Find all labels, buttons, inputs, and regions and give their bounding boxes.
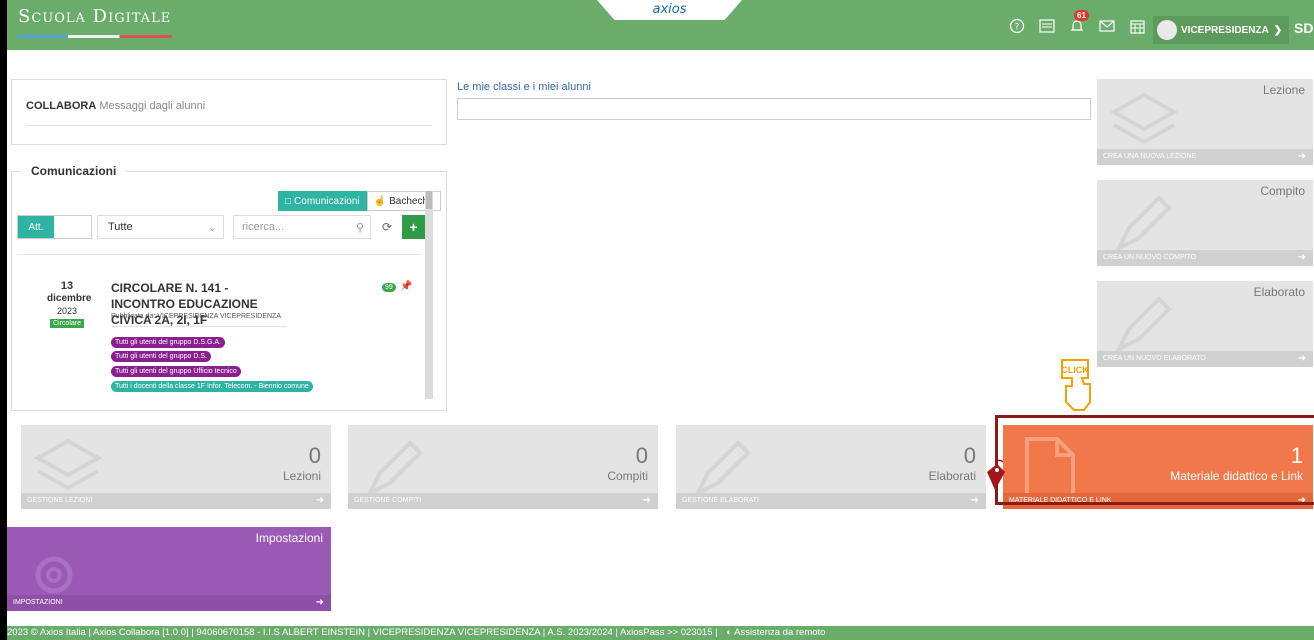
- tile-action: GESTIONE COMPITI ➜: [348, 493, 658, 509]
- click-label: CLICK: [1061, 365, 1089, 375]
- tile-action: GESTIONE LEZIONI ➜: [21, 493, 331, 509]
- item-publisher: Pubblicata da: VICEPRESIDENZA VICEPRESID…: [111, 313, 282, 320]
- notification-badge: 61: [1074, 10, 1089, 21]
- filter-select[interactable]: Tutte ⌄: [97, 215, 224, 239]
- pencil-icon: [1114, 296, 1172, 354]
- footer: 2023 © Axios Italia | Axios Collabora [1…: [7, 626, 1314, 640]
- classes-field[interactable]: [457, 98, 1091, 120]
- collabora-heading[interactable]: COLLABORA Messaggi dagli alunni: [26, 100, 205, 112]
- avatar: [1157, 20, 1177, 40]
- type-badge: Circolare: [49, 319, 84, 328]
- scroll-thumb[interactable]: [426, 191, 432, 209]
- pin-icon[interactable]: 📌: [400, 281, 412, 292]
- tile-assignments[interactable]: 0 Elaborati GESTIONE ELABORATI ➜: [676, 425, 986, 509]
- user-name: VICEPRESIDENZA: [1181, 24, 1269, 36]
- filter-value: Tutte: [108, 221, 133, 233]
- remote-assist-link[interactable]: Assistenza da remoto: [734, 627, 825, 638]
- arrow-right-icon: ➜: [1297, 252, 1306, 263]
- recipient-tag: Tutti gli utenti del gruppo Ufficio tecn…: [111, 366, 241, 377]
- tile-label: Lezioni: [282, 469, 321, 483]
- chevron-down-icon: ⌄: [207, 221, 217, 234]
- arrow-right-icon: ➜: [642, 495, 651, 506]
- tile-title: Compito: [1260, 184, 1305, 198]
- tile-new-lesson[interactable]: Lezione CREA UNA NUOVA LEZIONE ➜: [1097, 79, 1313, 165]
- footer-text: 2023 © Axios Italia | Axios Collabora [1…: [7, 627, 718, 638]
- tile-action: IMPOSTAZIONI ➜: [7, 595, 331, 611]
- scrollbar[interactable]: [425, 191, 433, 399]
- arrow-right-icon: ➜: [315, 597, 324, 608]
- tile-count: 0: [635, 443, 648, 468]
- register-icon[interactable]: [1037, 16, 1057, 36]
- tile-label: Compiti: [607, 469, 648, 483]
- calendar-icon[interactable]: [1127, 16, 1147, 36]
- recipient-tag: Tutti gli utenti del gruppo D.S.: [111, 351, 211, 362]
- attivi-toggle[interactable]: Att.: [17, 215, 92, 239]
- item-date: 13 dicembre 2023 Circolare: [47, 280, 92, 328]
- tile-action: CREA UN NUOVO ELABORATO ➜: [1097, 351, 1313, 367]
- tile-action: CREA UN NUOVO COMPITO ➜: [1097, 250, 1313, 266]
- tile-new-task[interactable]: Compito CREA UN NUOVO COMPITO ➜: [1097, 180, 1313, 266]
- collabora-panel: COLLABORA Messaggi dagli alunni: [11, 79, 447, 145]
- app-initials[interactable]: SD: [1294, 20, 1313, 36]
- user-menu[interactable]: VICEPRESIDENZA ❯: [1153, 16, 1289, 44]
- tile-title: Elaborato: [1253, 285, 1305, 299]
- svg-text:?: ?: [1015, 23, 1020, 33]
- search-placeholder: ricerca...: [242, 221, 285, 233]
- views-badge: 99: [382, 283, 396, 292]
- tile-title: Impostazioni: [255, 531, 323, 545]
- tile-action: GESTIONE ELABORATI ➜: [676, 493, 986, 509]
- hand-pointer-icon: CLICK: [1061, 359, 1091, 411]
- search-input[interactable]: ricerca... ⚲: [233, 215, 371, 239]
- pencil-icon: [1114, 195, 1172, 253]
- axios-logo-tab[interactable]: axios: [597, 0, 742, 20]
- att-label: Att.: [18, 216, 54, 238]
- divider: [111, 326, 287, 327]
- classes-label: Le mie classi e i miei alunni: [457, 81, 591, 93]
- communications-title: Comunicazioni: [20, 164, 127, 178]
- brand-underline: [17, 35, 172, 38]
- comment-icon: □: [285, 195, 292, 207]
- remote-assist-icon[interactable]: ◐: [726, 627, 732, 638]
- recipient-tag: Tutti i docenti della classe 1F Infor. T…: [111, 381, 313, 392]
- tile-action: CREA UNA NUOVA LEZIONE ➜: [1097, 149, 1313, 165]
- recipient-tag: Tutti gli utenti del gruppo D.S.G.A.: [111, 337, 225, 348]
- mail-icon[interactable]: [1097, 16, 1117, 36]
- thumbs-up-icon: ☝: [373, 195, 387, 207]
- top-bar: Scuola Digitale axios ? 61 VICEPRESIDENZ…: [7, 0, 1314, 50]
- chevron-down-icon: ❯: [1273, 24, 1283, 36]
- layers-icon: [1109, 92, 1179, 145]
- search-icon: ⚲: [355, 221, 364, 234]
- brand-title[interactable]: Scuola Digitale: [18, 6, 171, 27]
- help-icon[interactable]: ?: [1007, 16, 1027, 36]
- divider: [26, 125, 432, 126]
- tile-count: 0: [308, 443, 321, 468]
- tile-title: Lezione: [1262, 83, 1305, 97]
- price-tag-icon: [987, 459, 1005, 490]
- top-icons: ? 61: [1007, 10, 1147, 38]
- arrow-right-icon: ➜: [970, 495, 979, 506]
- communications-tabs: □ Comunicazioni ☝ Bacheche: [278, 191, 441, 211]
- arrow-right-icon: ➜: [1297, 353, 1306, 364]
- item-title[interactable]: CIRCOLARE N. 141 - INCONTRO EDUCAZIONE C…: [111, 280, 291, 328]
- arrow-right-icon: ➜: [315, 495, 324, 506]
- tile-lessons[interactable]: 0 Lezioni GESTIONE LEZIONI ➜: [21, 425, 331, 509]
- divider: [17, 254, 421, 255]
- tile-settings[interactable]: Impostazioni IMPOSTAZIONI ➜: [7, 527, 331, 611]
- add-button[interactable]: +: [402, 215, 425, 239]
- bell-icon[interactable]: 61: [1067, 10, 1089, 36]
- tile-tasks[interactable]: 0 Compiti GESTIONE COMPITI ➜: [348, 425, 658, 509]
- axios-logo: axios: [652, 2, 687, 17]
- tile-new-assignment[interactable]: Elaborato CREA UN NUOVO ELABORATO ➜: [1097, 281, 1313, 367]
- tile-label: Elaborati: [928, 469, 976, 483]
- tile-count: 0: [963, 443, 976, 468]
- app-frame: Scuola Digitale axios ? 61 VICEPRESIDENZ…: [7, 0, 1314, 640]
- tab-comunicazioni[interactable]: □ Comunicazioni: [278, 191, 367, 211]
- highlight-box: [995, 415, 1314, 505]
- refresh-icon[interactable]: ⟳: [375, 215, 399, 239]
- arrow-right-icon: ➜: [1297, 151, 1306, 162]
